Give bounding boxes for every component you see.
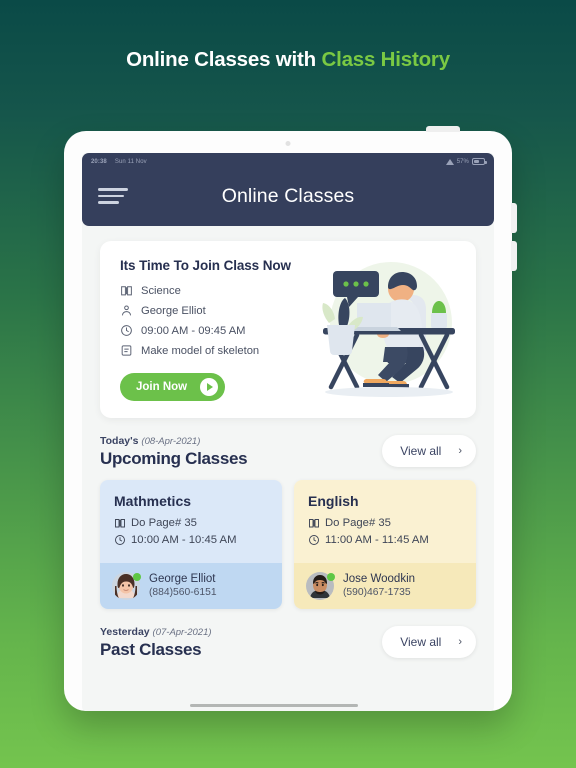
class-task-row: Do Page# 35	[308, 517, 462, 529]
promo-headline: Online Classes with Class History	[0, 48, 576, 72]
class-time: 10:00 AM - 10:45 AM	[131, 534, 237, 546]
avatar	[112, 572, 141, 600]
class-card[interactable]: Mathmetics Do Page# 35 10:00 AM - 10:45 …	[100, 480, 282, 609]
class-card[interactable]: English Do Page# 35 11:00 AM - 11:45 AM …	[294, 480, 476, 609]
view-all-past-label: View all	[400, 635, 442, 649]
past-eyebrow-date: (07-Apr-2021)	[152, 627, 212, 638]
status-bar-date: Sun 11 Nov	[114, 158, 147, 165]
promo-headline-accent: Class History	[321, 48, 450, 71]
promo-headline-plain: Online Classes with	[126, 48, 322, 71]
class-teacher-footer[interactable]: George Elliot (884)560-6151	[100, 563, 282, 609]
navbar-row: Online Classes	[82, 168, 494, 224]
class-card-body: Mathmetics Do Page# 35 10:00 AM - 10:45 …	[100, 480, 282, 563]
online-status-dot	[133, 573, 141, 581]
power-button[interactable]	[426, 126, 460, 132]
wifi-icon	[445, 158, 454, 165]
person-icon	[120, 304, 133, 317]
class-subject: English	[308, 493, 359, 509]
class-task-row: Do Page# 35	[114, 517, 268, 529]
upcoming-eyebrow-label: Today's	[100, 435, 139, 447]
device-status-bar: 20:38 Sun 11 Nov 57%	[82, 155, 494, 168]
past-eyebrow: Yesterday (07-Apr-2021)	[100, 626, 212, 638]
class-card-body: English Do Page# 35 11:00 AM - 11:45 AM	[294, 480, 476, 563]
chevron-right-icon: ›	[458, 636, 462, 648]
note-icon	[120, 344, 133, 357]
class-task: Do Page# 35	[325, 517, 391, 529]
avatar	[306, 572, 335, 600]
class-teacher-info: Jose Woodkin (590)467-1735	[343, 572, 415, 599]
man-at-desk-with-laptop-illustration	[305, 251, 470, 411]
class-time-row: 10:00 AM - 10:45 AM	[114, 534, 268, 546]
current-class-card[interactable]: Its Time To Join Class Now Science Georg…	[100, 241, 476, 418]
status-bar-time: 20:38	[91, 158, 107, 165]
current-class-task: Make model of skeleton	[141, 344, 260, 357]
current-class-teacher-row: George Elliot	[120, 304, 310, 317]
class-time-row: 11:00 AM - 11:45 AM	[308, 534, 462, 546]
join-now-label: Join Now	[136, 381, 188, 393]
teacher-phone: (884)560-6151	[149, 586, 217, 598]
clock-icon	[308, 534, 320, 546]
online-status-dot	[327, 573, 335, 581]
home-indicator-bar[interactable]	[190, 703, 358, 707]
tablet-screen: 20:38 Sun 11 Nov 57% Online Classes Its …	[82, 153, 494, 711]
past-section-header: Yesterday (07-Apr-2021) Past Classes Vie…	[100, 626, 476, 660]
upcoming-eyebrow: Today's (08-Apr-2021)	[100, 435, 247, 447]
status-bar-indicators: 57%	[445, 158, 487, 165]
view-all-upcoming-label: View all	[400, 444, 442, 458]
current-class-teacher: George Elliot	[141, 304, 206, 317]
clock-icon	[120, 324, 133, 337]
tablet-device-frame: 20:38 Sun 11 Nov 57% Online Classes Its …	[64, 126, 517, 711]
current-class-task-row: Make model of skeleton	[120, 344, 310, 357]
current-class-time: 09:00 AM - 09:45 AM	[141, 324, 246, 337]
battery-percent-label: 57%	[456, 158, 469, 165]
teacher-name: Jose Woodkin	[343, 573, 416, 586]
battery-icon	[472, 158, 487, 165]
page-title: Online Classes	[221, 184, 355, 207]
upcoming-classes-list: Mathmetics Do Page# 35 10:00 AM - 10:45 …	[100, 480, 476, 609]
volume-down-button[interactable]	[511, 241, 517, 271]
book-icon	[120, 284, 133, 297]
upcoming-eyebrow-date: (08-Apr-2021)	[141, 436, 201, 447]
class-time: 11:00 AM - 11:45 AM	[325, 534, 429, 546]
past-section-title: Past Classes	[100, 640, 202, 659]
clock-icon	[114, 534, 126, 546]
volume-up-button[interactable]	[511, 203, 517, 233]
current-class-subject: Science	[141, 284, 181, 297]
current-class-subject-row: Science	[120, 284, 310, 297]
play-icon	[200, 378, 219, 396]
join-now-button[interactable]: Join Now	[120, 373, 226, 401]
book-icon	[308, 517, 320, 529]
past-eyebrow-label: Yesterday	[100, 626, 150, 638]
view-all-upcoming-button[interactable]: View all ›	[382, 435, 476, 467]
upcoming-section-title: Upcoming Classes	[100, 449, 248, 468]
past-section-head-row: Yesterday (07-Apr-2021) Past Classes Vie…	[100, 626, 476, 660]
screen-content: Its Time To Join Class Now Science Georg…	[82, 226, 494, 660]
view-all-past-button[interactable]: View all ›	[382, 626, 476, 658]
app-navbar: 20:38 Sun 11 Nov 57% Online Classes	[82, 153, 494, 226]
class-subject: Mathmetics	[114, 493, 192, 509]
class-teacher-info: George Elliot (884)560-6151	[149, 572, 217, 599]
current-class-time-row: 09:00 AM - 09:45 AM	[120, 324, 310, 337]
teacher-phone: (590)467-1735	[343, 586, 411, 598]
upcoming-section-header: Today's (08-Apr-2021) Upcoming Classes V…	[100, 435, 476, 469]
current-class-details: Its Time To Join Class Now Science Georg…	[120, 258, 310, 404]
teacher-name: George Elliot	[149, 573, 216, 586]
chevron-right-icon: ›	[458, 445, 462, 457]
class-task: Do Page# 35	[131, 517, 197, 529]
class-teacher-footer[interactable]: Jose Woodkin (590)467-1735	[294, 563, 476, 609]
front-camera-icon	[285, 141, 291, 146]
book-icon	[114, 517, 126, 529]
current-class-title: Its Time To Join Class Now	[120, 258, 291, 273]
